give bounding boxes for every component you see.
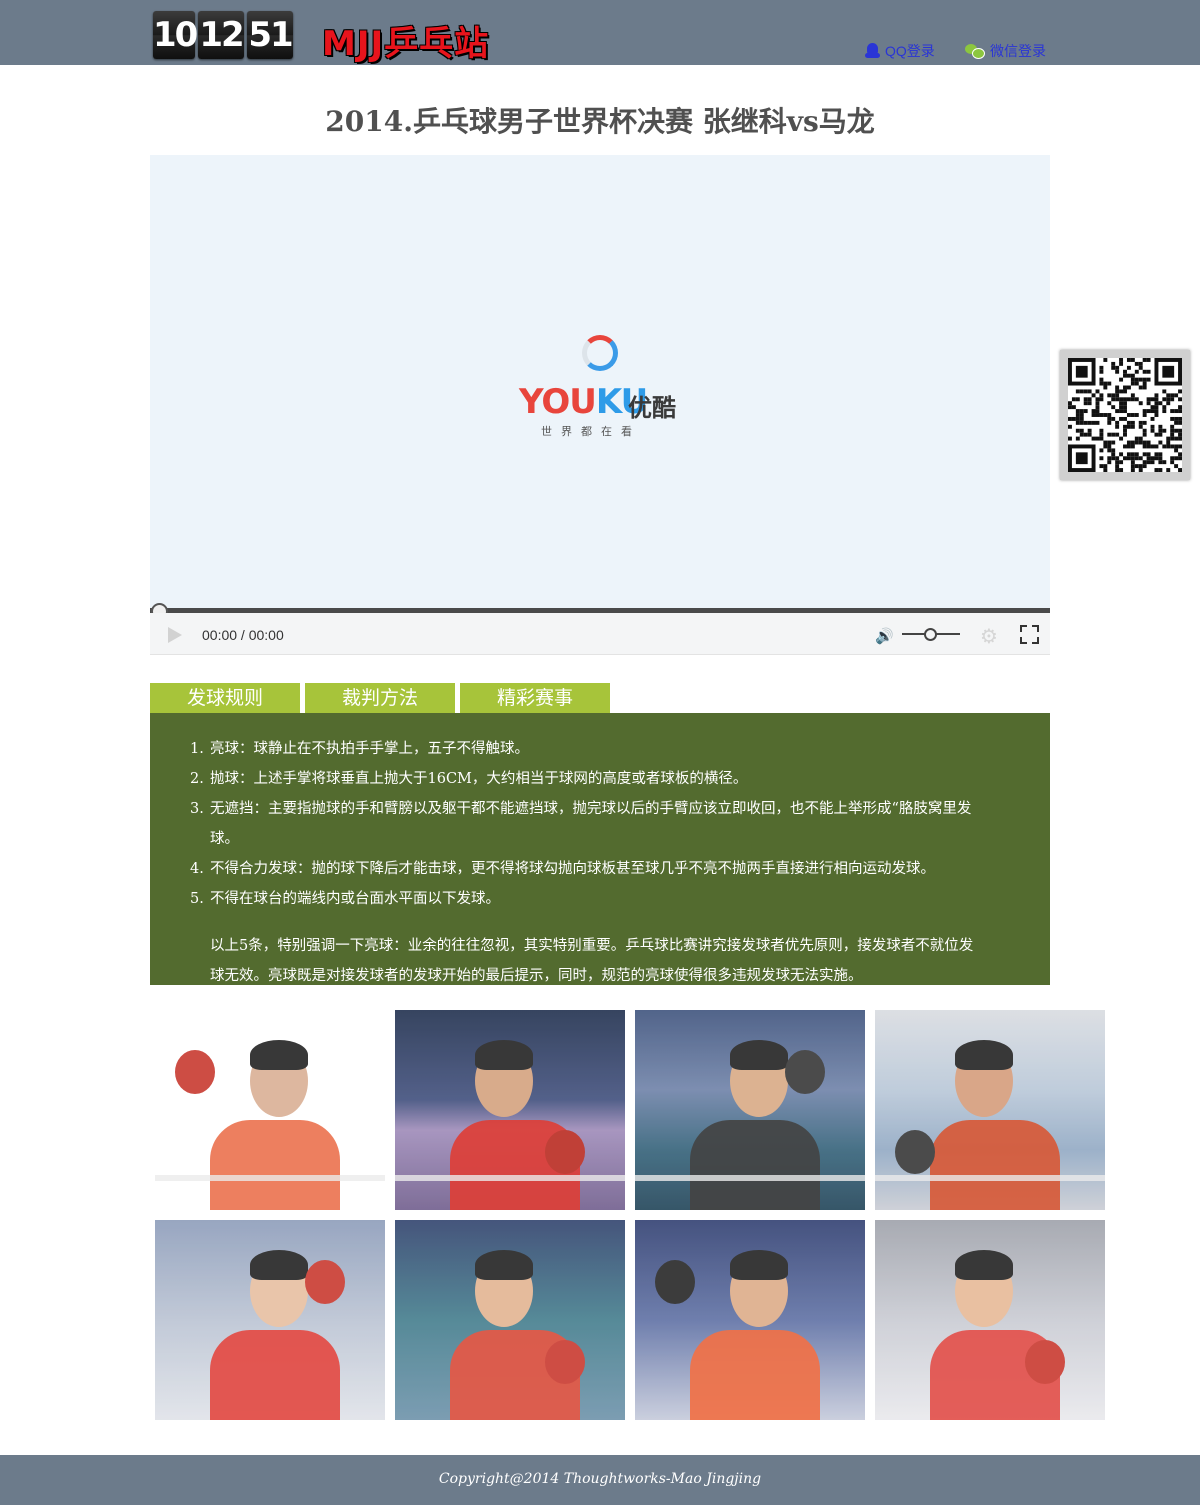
gallery-photo[interactable] — [395, 1220, 625, 1420]
flip-clock: 10 12 51 — [153, 11, 294, 59]
wechat-login-link[interactable]: 微信登录 — [965, 41, 1046, 61]
copyright-text: Copyright@2014 Thoughtworks-Mao Jingjing — [438, 1471, 762, 1487]
rule-item-continued: 球。 — [190, 824, 1050, 854]
rule-text: 无遮挡：主要指抛球的手和臂膀以及躯干都不能遮挡球，抛完球以后的手臂应该立即收回，… — [210, 801, 972, 817]
rule-number: 3. — [190, 801, 204, 817]
rule-text: 抛球：上述手掌将球垂直上抛大于16CM，大约相当于球网的高度或者球板的横径。 — [210, 771, 748, 787]
volume-handle[interactable] — [924, 628, 937, 641]
clock-seconds: 51 — [247, 11, 294, 59]
rule-item: 2. 抛球：上述手掌将球垂直上抛大于16CM，大约相当于球网的高度或者球板的横径。 — [190, 764, 1050, 794]
wechat-login-label: 微信登录 — [990, 43, 1046, 59]
rule-text: 不得合力发球：抛的球下降后才能击球，更不得将球勾抛向球板甚至球几乎不亮不抛两手直… — [210, 861, 935, 877]
rule-item: 4. 不得合力发球：抛的球下降后才能击球，更不得将球勾抛向球板甚至球几乎不亮不抛两… — [190, 854, 1050, 884]
loading-spinner-icon — [582, 335, 618, 371]
gallery-photo[interactable] — [875, 1010, 1105, 1210]
clock-minutes: 12 — [198, 11, 245, 59]
rules-note: 以上5条，特别强调一下亮球：业余的往往忽视，其实特别重要。乒乓球比赛讲究接发球者… — [210, 931, 1050, 985]
gallery-photo[interactable] — [875, 1220, 1105, 1420]
wechat-icon — [965, 43, 985, 59]
rule-number: 2. — [190, 771, 204, 787]
site-logo-title[interactable]: MJJ乒乓站 — [322, 16, 489, 65]
gallery-photo[interactable] — [635, 1010, 865, 1210]
rules-note-line1: 以上5条，特别强调一下亮球：业余的往往忽视，其实特别重要。乒乓球比赛讲究接发球者… — [210, 938, 974, 954]
qq-login-label: QQ登录 — [885, 43, 935, 59]
volume-icon[interactable]: 🔊 — [875, 627, 894, 645]
rule-text: 亮球：球静止在不执拍手手掌上，五子不得触球。 — [210, 741, 529, 757]
rules-note-line2: 球无效。亮球既是对接发球者的发球开始的最后提示，同时，规范的亮球使得很多违规发球… — [210, 968, 863, 984]
rule-text: 不得在球台的端线内或台面水平面以下发球。 — [210, 891, 500, 907]
rules-list: 1. 亮球：球静止在不执拍手手掌上，五子不得触球。 2. 抛球：上述手掌将球垂直上抛… — [190, 734, 1050, 914]
rule-item: 5. 不得在球台的端线内或台面水平面以下发球。 — [190, 884, 1050, 914]
gallery-photo[interactable] — [635, 1220, 865, 1420]
tab-serve-rules[interactable]: 发球规则 — [150, 683, 300, 713]
rule-text: 球。 — [210, 831, 239, 847]
youku-logo-you: YOU — [519, 382, 597, 422]
youku-logo-cn: 优酷 — [628, 394, 676, 422]
qr-code — [1060, 350, 1190, 480]
rule-item: 1. 亮球：球静止在不执拍手手掌上，五子不得触球。 — [190, 734, 1050, 764]
gallery-photo[interactable] — [395, 1010, 625, 1210]
video-time: 00:00 / 00:00 — [202, 627, 284, 643]
rule-number: 5. — [190, 891, 204, 907]
gallery-photo[interactable] — [155, 1010, 385, 1210]
clock-hours: 10 — [153, 11, 198, 59]
page-title: 2014.乒乓球男子世界杯决赛 张继科vs马龙 — [325, 105, 875, 138]
qq-icon — [865, 43, 880, 59]
fullscreen-icon[interactable] — [1020, 625, 1039, 644]
rule-number: 4. — [190, 861, 204, 877]
rules-panel: 1. 亮球：球静止在不执拍手手掌上，五子不得触球。 2. 抛球：上述手掌将球垂直上抛… — [150, 713, 1050, 985]
rule-item: 3. 无遮挡：主要指抛球的手和臂膀以及躯干都不能遮挡球，抛完球以后的手臂应该立即收… — [190, 794, 1050, 824]
qr-code-image — [1068, 358, 1182, 472]
qq-login-link[interactable]: QQ登录 — [865, 41, 935, 61]
play-icon[interactable] — [168, 627, 182, 643]
tab-highlight-matches[interactable]: 精彩赛事 — [460, 683, 610, 713]
gallery-photo[interactable] — [155, 1220, 385, 1420]
settings-gear-icon[interactable]: ⚙ — [980, 624, 998, 648]
tab-umpire-methods[interactable]: 裁判方法 — [305, 683, 455, 713]
rule-number: 1. — [190, 741, 204, 757]
youku-slogan: 世界都在看 — [541, 425, 641, 438]
